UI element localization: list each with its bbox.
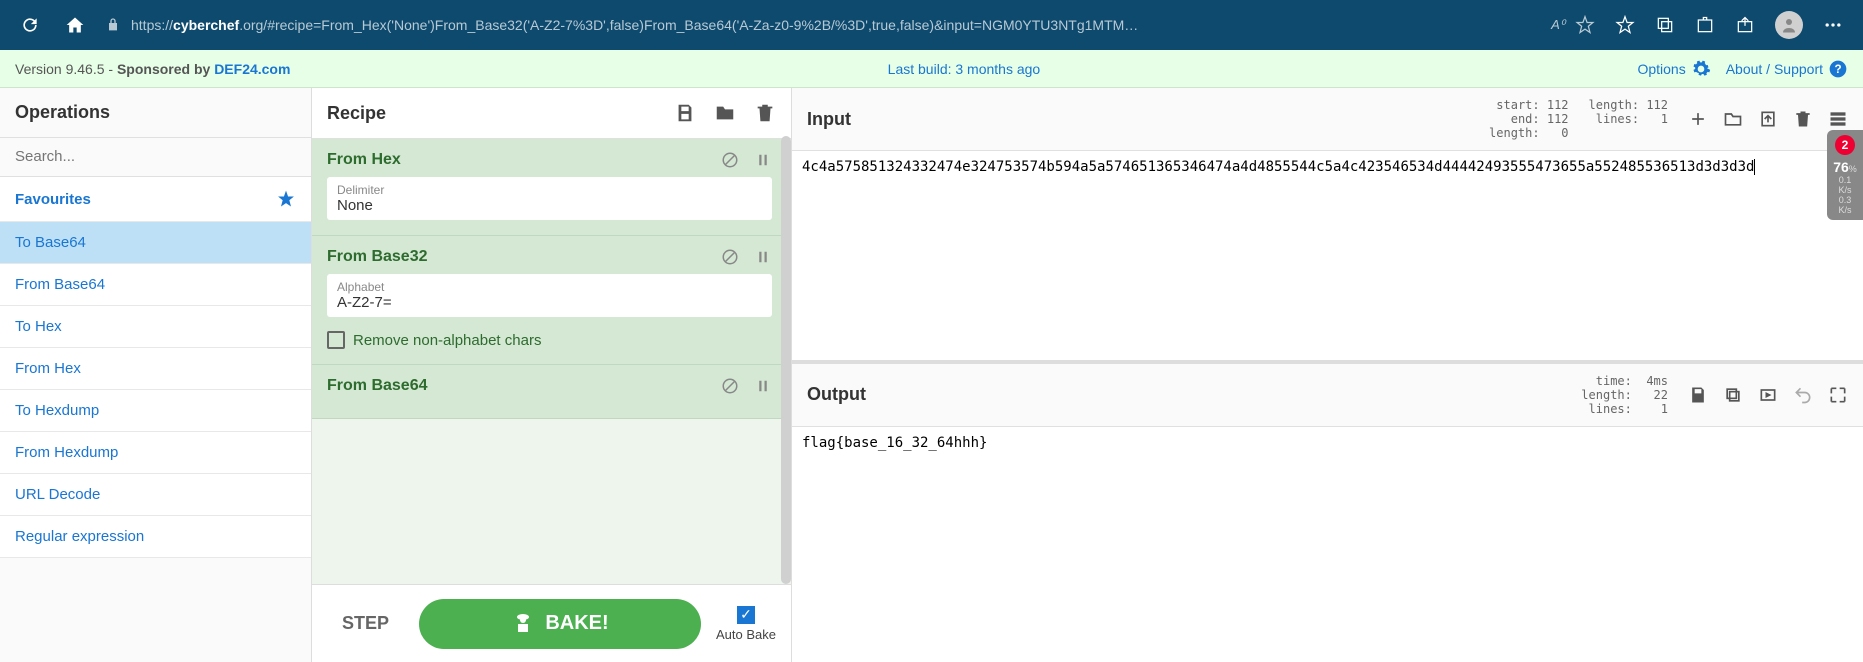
input-header: Input start: 112 end: 112 length: 0 leng… [792,88,1863,151]
undo-icon[interactable] [1793,385,1813,405]
recipe-op-from-base64[interactable]: From Base64 [312,365,787,419]
disable-icon[interactable] [721,377,739,395]
recipe-op-title: From Hex [327,151,401,169]
more-icon[interactable] [1823,15,1843,35]
sponsor-link[interactable]: DEF24.com [214,61,290,77]
recipe-title: Recipe [327,103,386,124]
open-file-icon[interactable] [1758,109,1778,129]
recipe-op-from-hex[interactable]: From Hex Delimiter None [312,139,787,236]
sponsored-label: Sponsored by [117,61,214,77]
clear-input-icon[interactable] [1793,109,1813,129]
recipe-panel: Recipe From Hex Delimiter None [312,88,792,662]
favourites-header[interactable]: Favourites [0,177,311,222]
op-item-from-hexdump[interactable]: From Hexdump [0,432,311,474]
search-input[interactable] [15,148,296,165]
output-textarea: flag{base_16_32_64hhh} [792,427,1863,662]
app-banner: Version 9.46.5 - Sponsored by DEF24.com … [0,50,1863,88]
url-path: .org/#recipe=From_Hex('None')From_Base32… [239,17,1138,33]
step-button[interactable]: STEP [327,603,404,644]
recipe-op-from-base32[interactable]: From Base32 Alphabet A-Z2-7= Remove non-… [312,236,787,365]
version-text: Version 9.46.5 - [15,61,117,77]
avatar[interactable] [1775,11,1803,39]
operations-header: Operations [0,88,311,138]
remove-nonalpha-checkbox[interactable]: Remove non-alphabet chars [327,331,772,349]
op-item-to-base64[interactable]: To Base64 [0,222,311,264]
address-bar[interactable]: https://cyberchef.org/#recipe=From_Hex('… [105,15,1595,35]
collections-icon[interactable] [1655,15,1675,35]
recipe-scrollbar[interactable] [781,136,791,584]
star-icon [276,189,296,209]
recipe-op-title: From Base64 [327,377,428,395]
home-icon[interactable] [65,15,85,35]
operations-title: Operations [15,102,110,123]
output-header: Output time: 4ms length: 22 lines: 1 [792,364,1863,427]
last-build-text: Last build: 3 months ago [888,61,1041,77]
bake-button[interactable]: BAKE! [419,599,701,649]
browser-toolbar: https://cyberchef.org/#recipe=From_Hex('… [0,0,1863,50]
op-item-regex[interactable]: Regular expression [0,516,311,558]
favorites-icon[interactable] [1615,15,1635,35]
reader-icon[interactable]: A⁰ [1551,17,1565,33]
help-icon: ? [1828,59,1848,79]
url-prefix: https:// [131,17,173,33]
recipe-header: Recipe [312,88,791,139]
pause-icon[interactable] [754,151,772,169]
input-stats-left: start: 112 end: 112 length: 0 [1489,98,1568,140]
about-link[interactable]: About / Support ? [1726,59,1848,79]
input-title: Input [807,109,851,130]
save-icon[interactable] [674,102,696,124]
disable-icon[interactable] [721,248,739,266]
recipe-op-title: From Base32 [327,248,428,266]
open-folder-icon[interactable] [1723,109,1743,129]
star-outline-icon[interactable] [1575,15,1595,35]
bake-row: STEP BAKE! ✓ Auto Bake [312,584,791,662]
gear-icon [1691,59,1711,79]
output-stats: time: 4ms length: 22 lines: 1 [1581,374,1668,416]
save-output-icon[interactable] [1688,385,1708,405]
input-stats-right: length: 112 lines: 1 [1589,98,1668,140]
op-item-to-hexdump[interactable]: To Hexdump [0,390,311,432]
output-title: Output [807,384,866,405]
url-domain: cyberchef [173,17,239,33]
performance-badge[interactable]: 2 76% 0.1 K/s 0.3 K/s [1827,130,1863,220]
trash-icon[interactable] [754,102,776,124]
input-textarea[interactable]: 4c4a575851324332474e324753574b594a5a5746… [792,151,1863,360]
copy-output-icon[interactable] [1723,385,1743,405]
lock-icon [105,17,121,33]
pause-icon[interactable] [754,377,772,395]
input-settings-icon[interactable] [1828,109,1848,129]
refresh-icon[interactable] [20,15,40,35]
op-item-from-hex[interactable]: From Hex [0,348,311,390]
arg-delimiter[interactable]: Delimiter None [327,177,772,220]
op-item-url-decode[interactable]: URL Decode [0,474,311,516]
maximize-icon[interactable] [1828,385,1848,405]
pause-icon[interactable] [754,248,772,266]
op-item-to-hex[interactable]: To Hex [0,306,311,348]
chef-icon [511,612,535,636]
disable-icon[interactable] [721,151,739,169]
add-tab-icon[interactable] [1688,109,1708,129]
operations-panel: Operations Favourites To Base64 From Bas… [0,88,312,662]
folder-icon[interactable] [714,102,736,124]
notification-count: 2 [1835,135,1855,155]
extensions-icon[interactable] [1695,15,1715,35]
arg-alphabet[interactable]: Alphabet A-Z2-7= [327,274,772,317]
io-panel: Input start: 112 end: 112 length: 0 leng… [792,88,1863,662]
options-link[interactable]: Options [1637,59,1710,79]
auto-bake-toggle[interactable]: ✓ Auto Bake [716,606,776,642]
svg-text:?: ? [1834,63,1841,76]
share-icon[interactable] [1735,15,1755,35]
move-output-icon[interactable] [1758,385,1778,405]
op-item-from-base64[interactable]: From Base64 [0,264,311,306]
